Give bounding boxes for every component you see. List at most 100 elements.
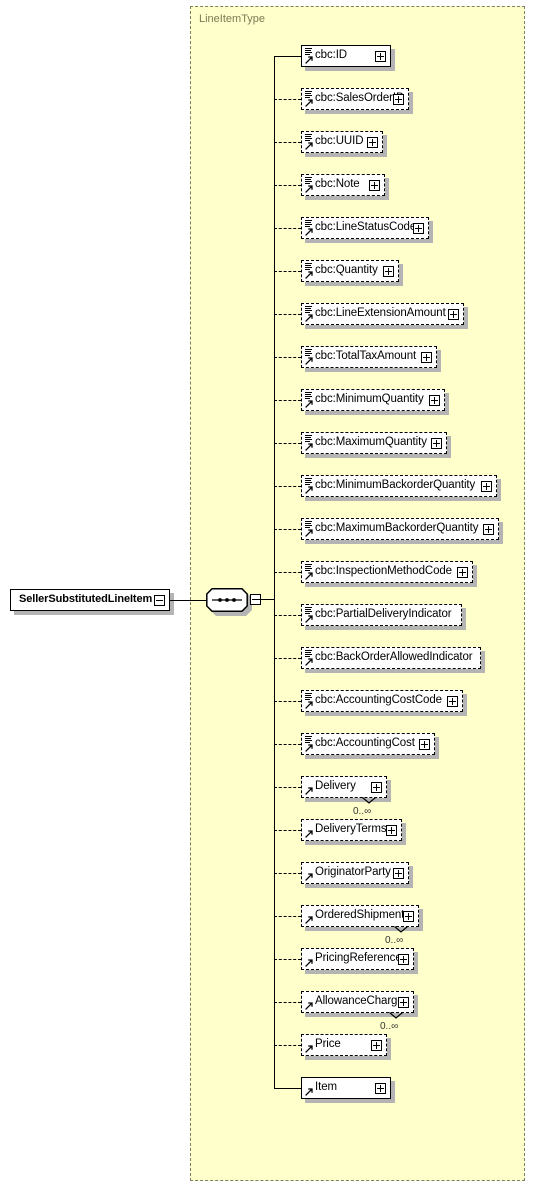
expand-toggle[interactable] (431, 438, 442, 449)
element-node[interactable]: cbc:MaximumQuantity (301, 432, 447, 454)
element-arrow-icon (305, 1002, 313, 1010)
root-node-shadow-right (170, 593, 174, 615)
node-shadow-right (409, 92, 413, 114)
node-shadow-right (463, 694, 467, 716)
element-label: cbc:BackOrderAllowedIndicator (315, 651, 473, 663)
node-shadow-right (429, 221, 433, 243)
expand-toggle[interactable] (448, 309, 459, 320)
element-label: AllowanceCharge (315, 995, 404, 1007)
expand-toggle[interactable] (398, 954, 409, 965)
element-node[interactable]: cbc:UUID (301, 131, 383, 153)
element-node[interactable]: cbc:ID (301, 45, 391, 67)
element-node[interactable]: Item (301, 1077, 391, 1099)
node-shadow (305, 970, 418, 974)
expand-toggle[interactable] (421, 352, 432, 363)
element-label: cbc:PartialDeliveryIndicator (315, 608, 452, 620)
node-shadow-right (387, 1038, 391, 1060)
element-label: PricingReference (315, 952, 402, 964)
expand-toggle[interactable] (413, 223, 424, 234)
element-arrow-icon (305, 873, 313, 881)
element-node[interactable]: OriginatorParty (301, 862, 409, 884)
branch-line (274, 357, 301, 358)
root-element-box[interactable]: SellerSubstitutedLineItem (10, 589, 170, 611)
node-shadow (305, 411, 449, 415)
element-arrow-icon (305, 658, 313, 666)
element-node[interactable]: cbc:MinimumBackorderQuantity (301, 475, 497, 497)
expand-toggle[interactable] (457, 567, 468, 578)
element-arrow-icon (305, 228, 313, 236)
expand-toggle[interactable] (481, 481, 492, 492)
expand-toggle[interactable] (371, 1040, 382, 1051)
element-node[interactable]: cbc:LineStatusCode (301, 217, 429, 239)
attribute-lines-icon (305, 177, 312, 184)
branch-line (274, 529, 301, 530)
element-node[interactable]: cbc:TotalTaxAmount (301, 346, 437, 368)
element-label: cbc:SalesOrderID (315, 92, 405, 104)
element-label: DeliveryTerms (315, 823, 387, 835)
node-shadow (305, 712, 467, 716)
node-shadow-right (462, 608, 466, 630)
element-node[interactable]: Price (301, 1034, 387, 1056)
expand-toggle[interactable] (375, 51, 386, 62)
element-arrow-icon (305, 916, 313, 924)
attribute-lines-icon (305, 392, 312, 399)
element-label: cbc:Note (315, 178, 360, 190)
node-shadow-right (414, 995, 418, 1017)
element-node[interactable]: cbc:BackOrderAllowedIndicator (301, 647, 481, 669)
element-label: cbc:ID (315, 49, 347, 61)
node-shadow (305, 1099, 395, 1103)
element-node[interactable]: Delivery (301, 776, 387, 798)
node-shadow-right (464, 307, 468, 329)
element-label: cbc:UUID (315, 135, 364, 147)
element-label: cbc:Quantity (315, 264, 378, 276)
element-node[interactable]: DeliveryTerms (301, 819, 402, 841)
element-label: cbc:LineStatusCode (315, 221, 417, 233)
expand-toggle[interactable] (393, 94, 404, 105)
element-node[interactable]: cbc:MaximumBackorderQuantity (301, 518, 499, 540)
expand-toggle[interactable] (447, 696, 458, 707)
attribute-lines-icon (305, 478, 312, 485)
node-shadow-right (402, 823, 406, 845)
expand-toggle[interactable] (483, 524, 494, 535)
element-arrow-icon (305, 185, 313, 193)
expand-toggle[interactable] (367, 137, 378, 148)
element-label: OriginatorParty (315, 866, 391, 878)
expand-toggle[interactable] (371, 782, 382, 793)
expand-toggle[interactable] (386, 825, 397, 836)
element-node[interactable]: AllowanceCharge (301, 991, 414, 1013)
expand-toggle[interactable] (383, 266, 394, 277)
expand-toggle[interactable] (393, 868, 404, 879)
collapse-toggle[interactable] (154, 595, 165, 606)
element-node[interactable]: OrderedShipment (301, 905, 419, 927)
attribute-lines-icon (305, 134, 312, 141)
sequence-compositor[interactable] (206, 588, 261, 616)
node-shadow (305, 110, 413, 114)
expand-toggle[interactable] (375, 1083, 386, 1094)
node-shadow (305, 583, 477, 587)
expand-toggle[interactable] (419, 739, 430, 750)
element-node[interactable]: cbc:AccountingCostCode (301, 690, 463, 712)
element-node[interactable]: cbc:AccountingCost (301, 733, 435, 755)
element-arrow-icon (305, 615, 313, 623)
node-shadow-right (473, 565, 477, 587)
expand-toggle[interactable] (369, 180, 380, 191)
root-element-label: SellerSubstitutedLineItem (19, 593, 153, 605)
element-node[interactable]: cbc:Note (301, 174, 385, 196)
expand-toggle[interactable] (429, 395, 440, 406)
expand-toggle[interactable] (403, 911, 414, 922)
element-node[interactable]: cbc:PartialDeliveryIndicator (301, 604, 462, 626)
element-node[interactable]: cbc:Quantity (301, 260, 399, 282)
expand-toggle[interactable] (398, 997, 409, 1008)
element-node[interactable]: PricingReference (301, 948, 414, 970)
node-shadow-right (437, 350, 441, 372)
element-arrow-icon (305, 99, 313, 107)
node-shadow (305, 841, 406, 845)
element-node[interactable]: cbc:InspectionMethodCode (301, 561, 473, 583)
element-node[interactable]: cbc:SalesOrderID (301, 88, 409, 110)
element-arrow-icon (305, 357, 313, 365)
element-label: cbc:MaximumBackorderQuantity (315, 522, 479, 534)
element-label: Price (315, 1038, 341, 1050)
node-shadow (305, 755, 439, 759)
element-node[interactable]: cbc:LineExtensionAmount (301, 303, 464, 325)
element-node[interactable]: cbc:MinimumQuantity (301, 389, 445, 411)
